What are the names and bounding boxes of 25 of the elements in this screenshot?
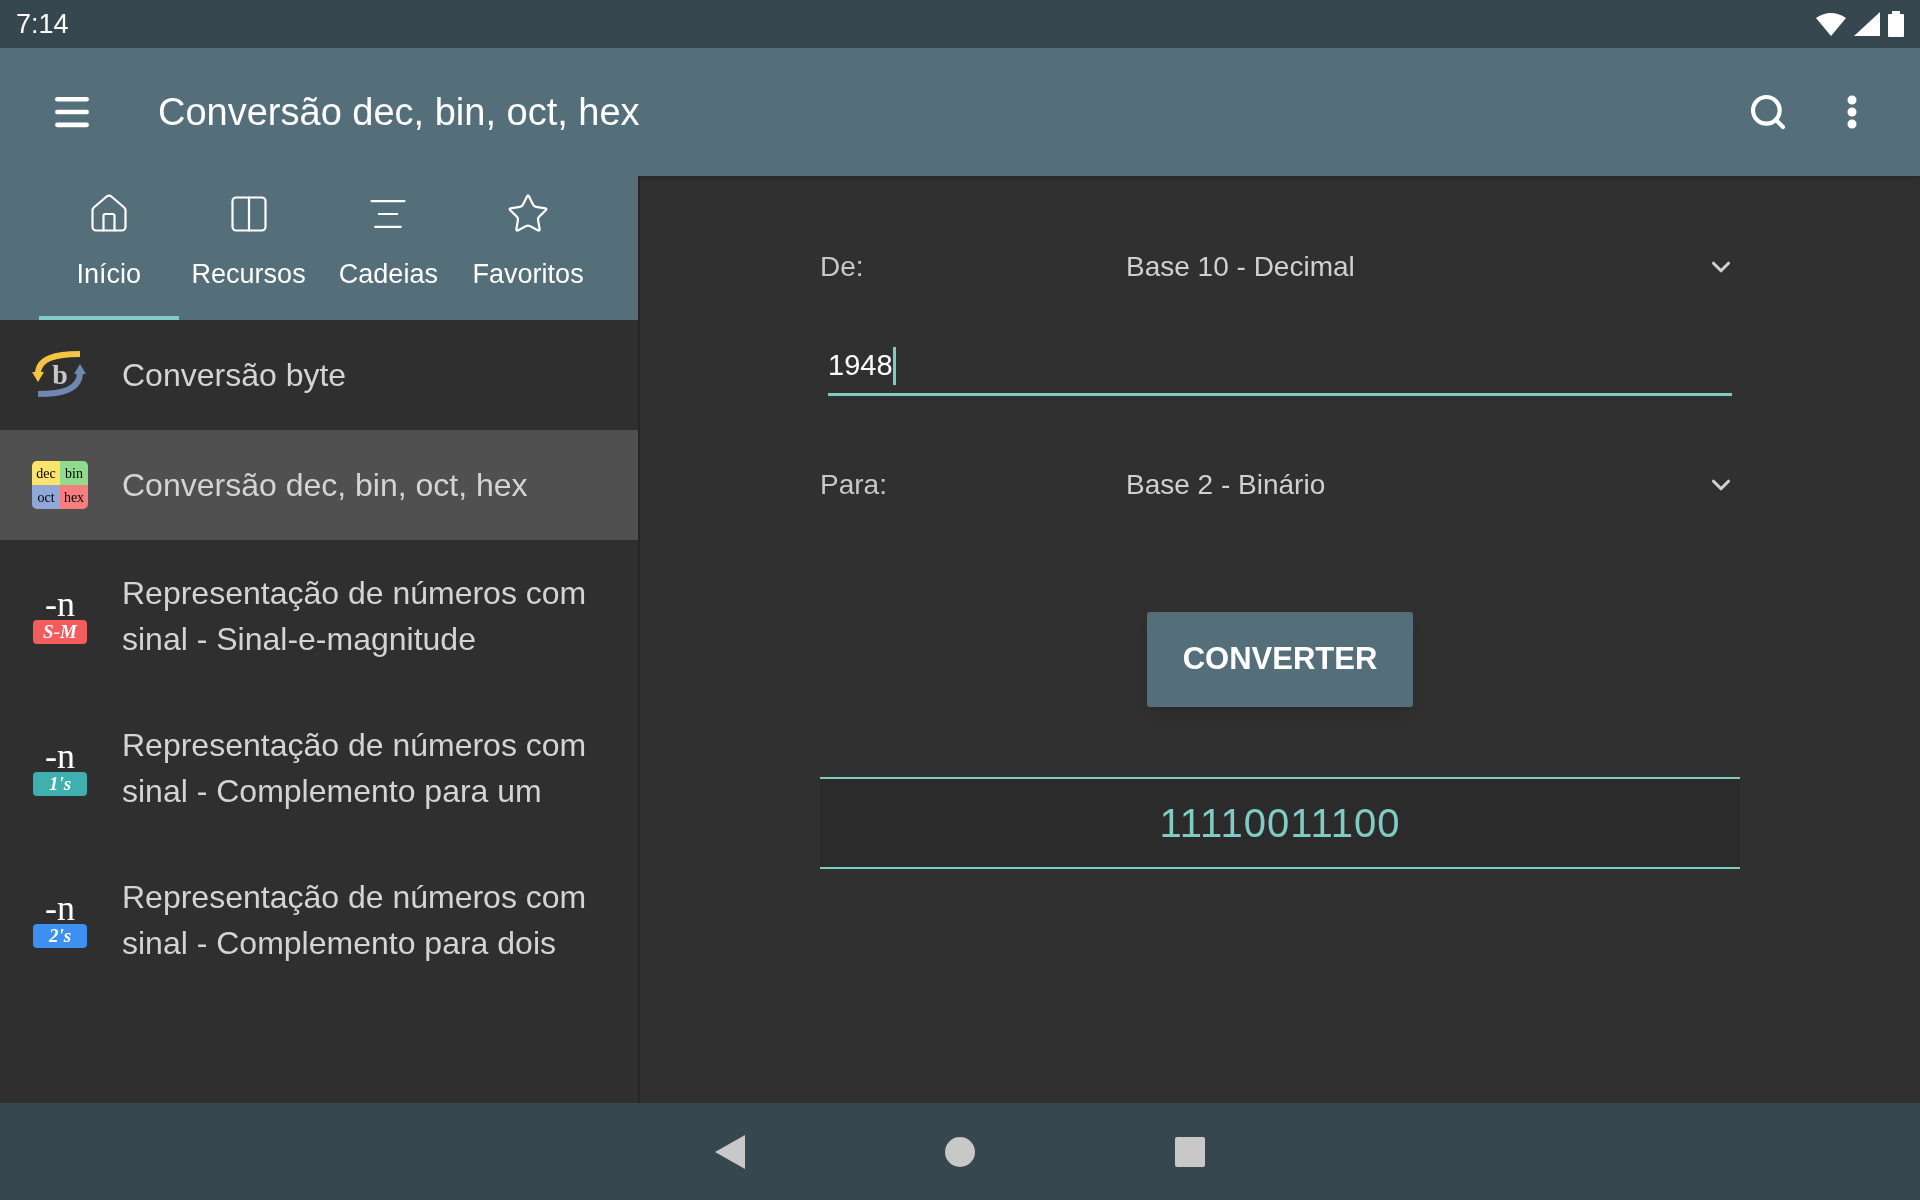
list-item-label: Conversão dec, bin, oct, hex [122,466,528,505]
battery-icon [1888,11,1904,37]
more-options-icon [1847,95,1857,129]
status-time: 7:14 [16,7,69,41]
search-icon [1748,92,1788,132]
tab[interactable]: Cadeias [318,176,459,320]
number-input-field[interactable]: 1948 [828,338,1732,396]
list-item-label: Representação de números com sinal - Complemento para um [122,726,588,811]
to-dropdown[interactable]: Para: Base 2 - Binário [820,458,1740,512]
list-item-label: Representação de números com sinal - Complemento para dois [122,878,588,963]
result-display: 11110011100 [820,777,1740,869]
cell-signal-icon [1854,12,1880,36]
wifi-icon [1816,12,1846,36]
convert-button[interactable]: CONVERTER [1147,612,1413,707]
list-item[interactable]: dec bin oct hex Conversão dec, bin, oct, hex [0,430,638,540]
tab[interactable]: Favoritos [458,176,598,320]
recents-icon[interactable] [1175,1136,1205,1167]
tab[interactable]: Recursos [178,176,319,320]
back-icon[interactable] [715,1134,745,1169]
list-item-label: Conversão byte [122,356,347,395]
text-cursor [892,346,896,385]
from-dropdown[interactable]: De: Base 10 - Decimal [820,240,1740,294]
home-icon[interactable] [945,1136,975,1167]
list-item-label: Representação de números com sinal - Sinal-e-magnitude [122,574,588,659]
app-title: Conversão dec, bin, oct, hex [158,89,640,135]
